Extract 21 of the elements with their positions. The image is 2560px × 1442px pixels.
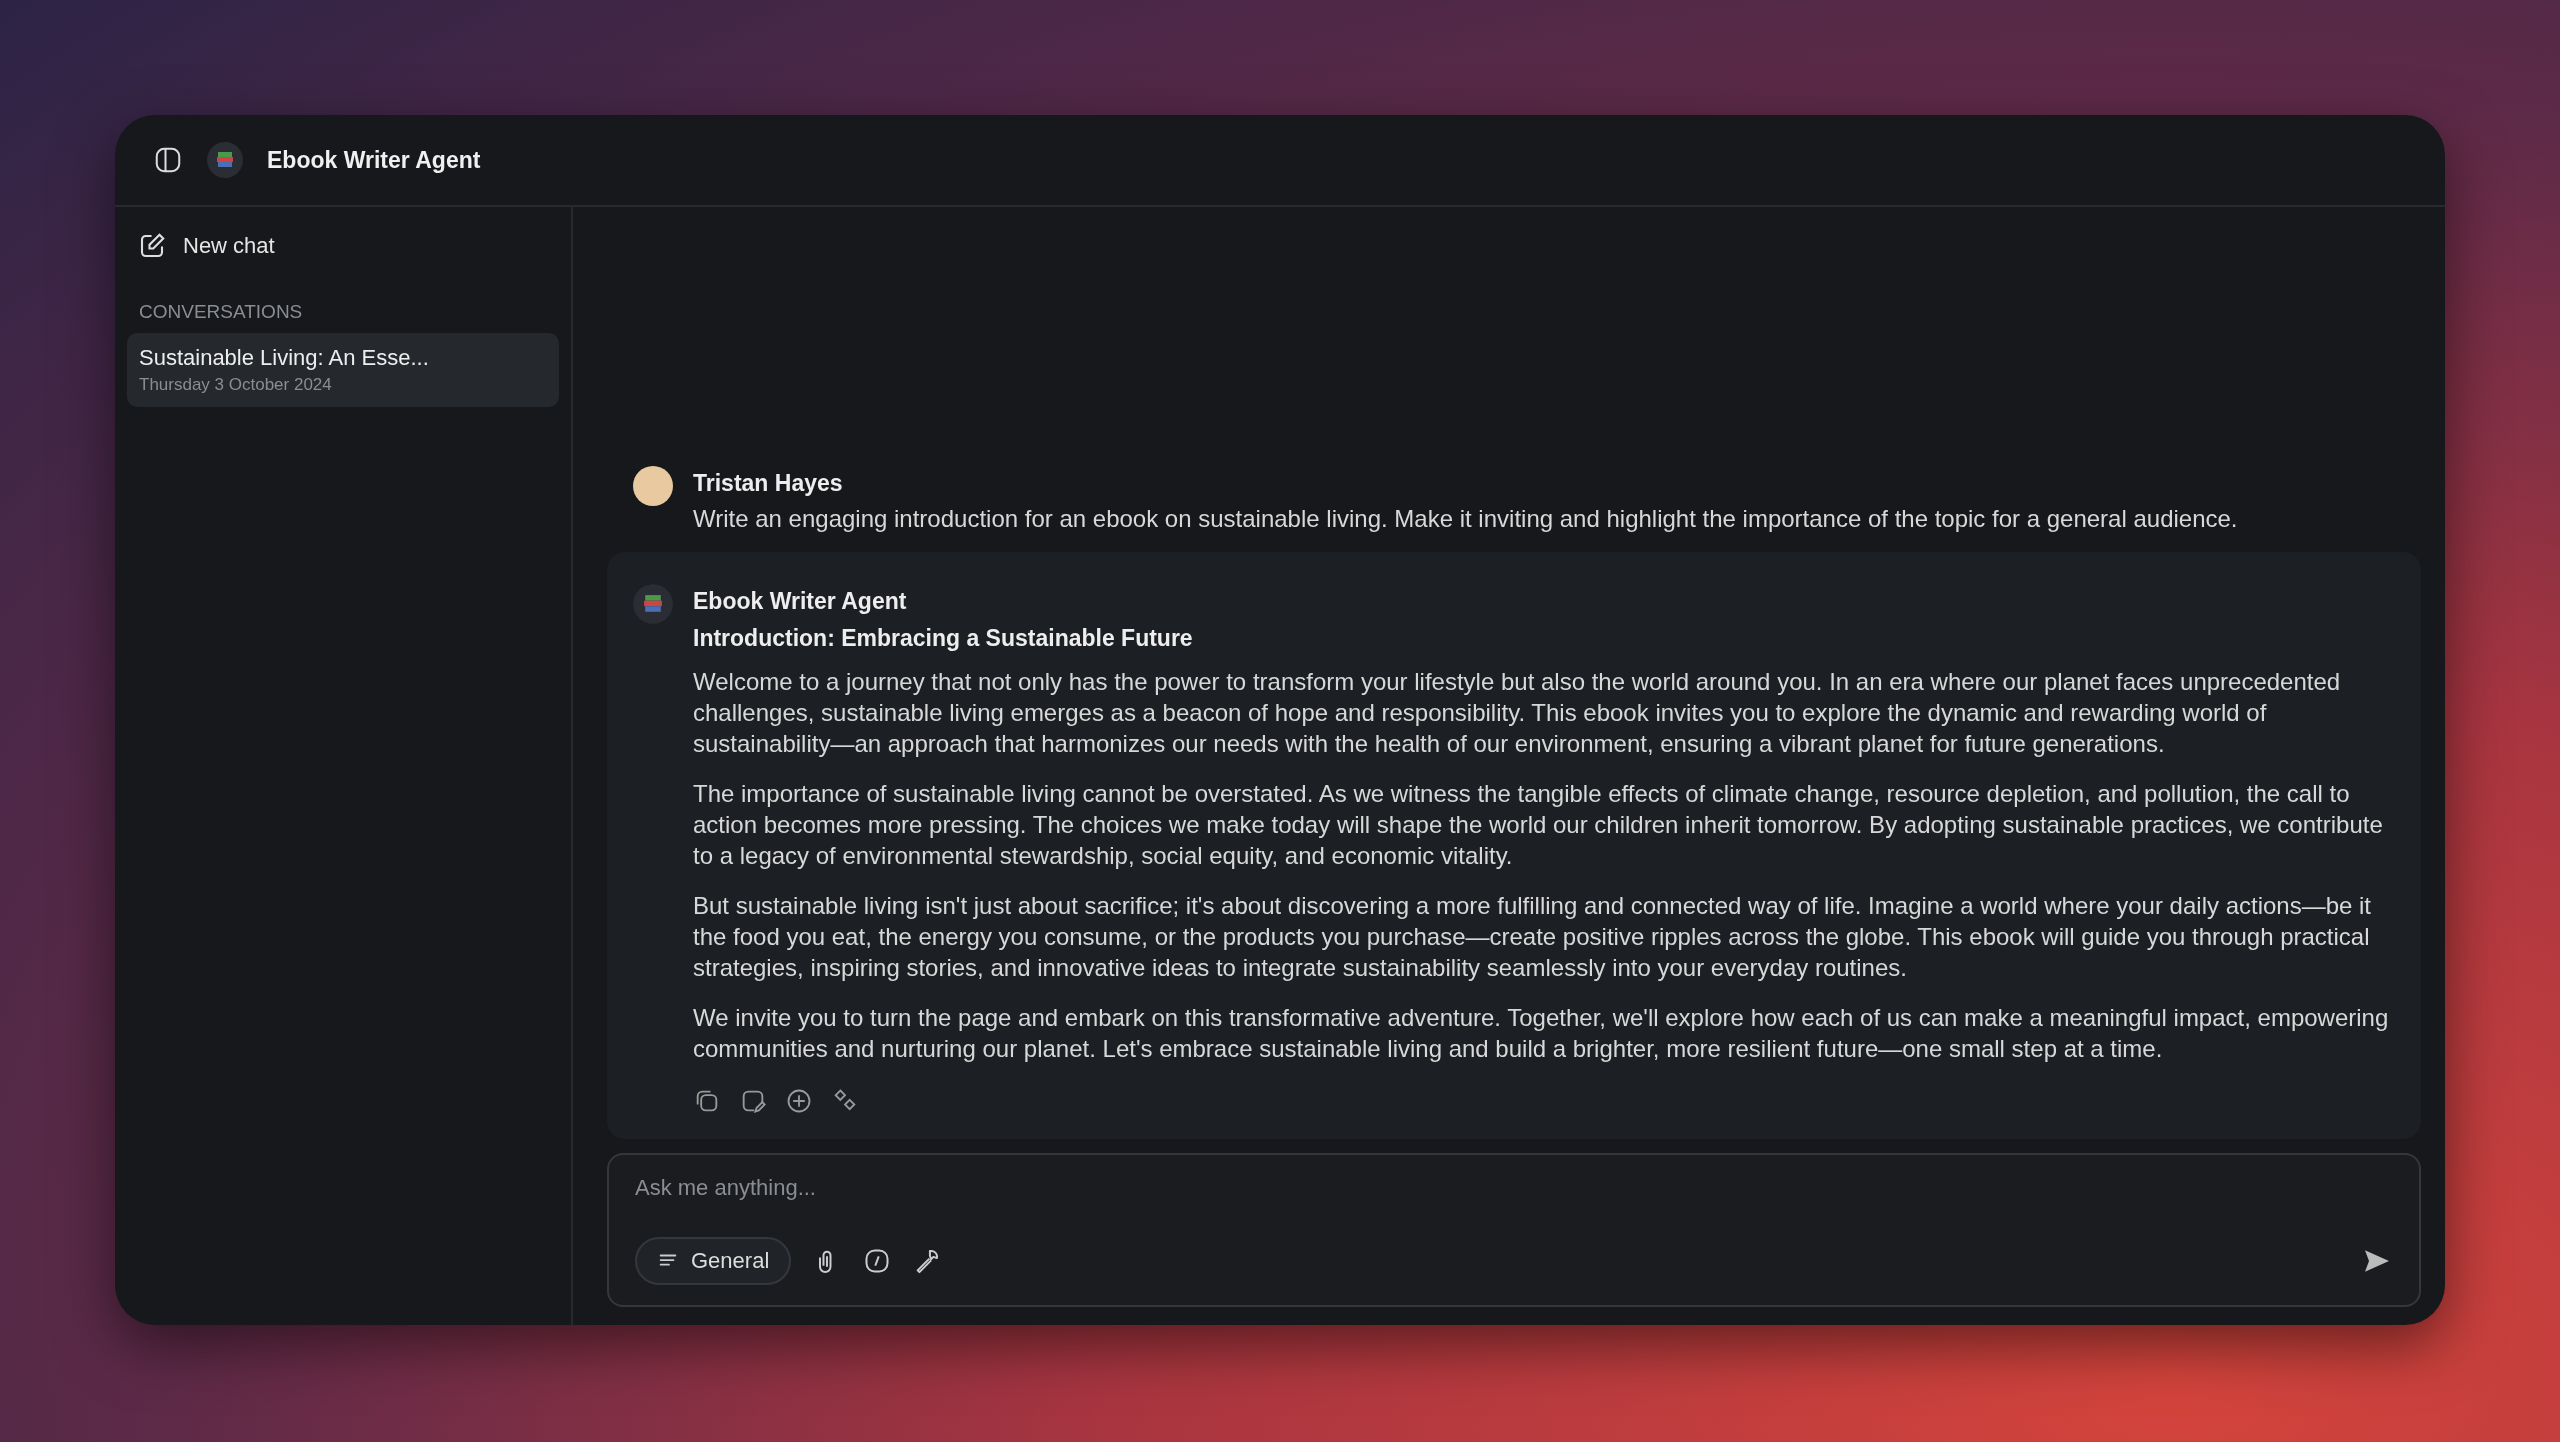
mode-button[interactable]: General (635, 1237, 792, 1285)
book-stack-icon (633, 584, 673, 624)
add-icon[interactable] (785, 1087, 813, 1115)
sidebar-toggle-icon[interactable] (153, 145, 183, 175)
book-stack-icon (207, 142, 243, 178)
author-name: Ebook Writer Agent (693, 588, 908, 615)
response-paragraph: Welcome to a journey that not only has the power to transform your lifestyle but also the world around you. In an era where our planet faces unprecedented challenges, sustainable living emerges as a beacon of hope and responsibility. This ebook invites you to explore the dynamic and rewarding world of sustainability—an approach that harmonizes our needs with the health of our environment, ensuring a vibrant planet for future generations. (693, 667, 2342, 759)
message-input[interactable]: Ask me anything... (635, 1175, 2393, 1201)
user-avatar (633, 466, 673, 506)
conversation-item[interactable]: Sustainable Living: An Esse... Thursday 3 October 2024 (127, 333, 559, 407)
author-name: Tristan Hayes (693, 470, 844, 497)
response-paragraph: The importance of sustainable living cannot be overstated. As we witness the tangible effects of climate change, resource depletion, and pollution, the call to action becomes more pressing. The choices we make today will shape the world our children inherit tomorrow. By adopting sustainable practices, we contribute to a legacy of environmental stewardship, social equity, and economic vitality. (693, 779, 2384, 871)
response-paragraph: But sustainable living isn't just about sacrifice; it's about discovering a more fulfilling and connected way of life. Imagine a world where your daily actions—be it the food you eat, the energy you consume, or the products you purchase—create positive ripples across the globe. This ebook will guide you through practical strategies, inspiring stories, and innovative ideas to integrate sustainability seamlessly into your everyday routines. (693, 891, 2373, 983)
app-title: Ebook Writer Agent (267, 146, 481, 174)
response-heading: Introduction: Embracing a Sustainable Future (693, 625, 1194, 652)
conversation-date: Thursday 3 October 2024 (139, 375, 333, 395)
new-chat-button[interactable]: New chat (127, 225, 285, 267)
message-text: Write an engaging introduction for an ebook on sustainable living. Make it inviting and highlight the importance of the topic for a general audience. (693, 504, 2238, 534)
response-paragraph: We invite you to turn the page and embark on this transformative adventure. Together, we'll explore how each of us can make a meaningful impact, empowering communities and nurturing our planet. Let's embrace sustainable living and build a brighter, more resilient future—one small step at a time. (693, 1003, 2390, 1064)
conversation-title: Sustainable Living: An Esse... (139, 345, 430, 371)
section-label: CONVERSATIONS (139, 301, 304, 323)
